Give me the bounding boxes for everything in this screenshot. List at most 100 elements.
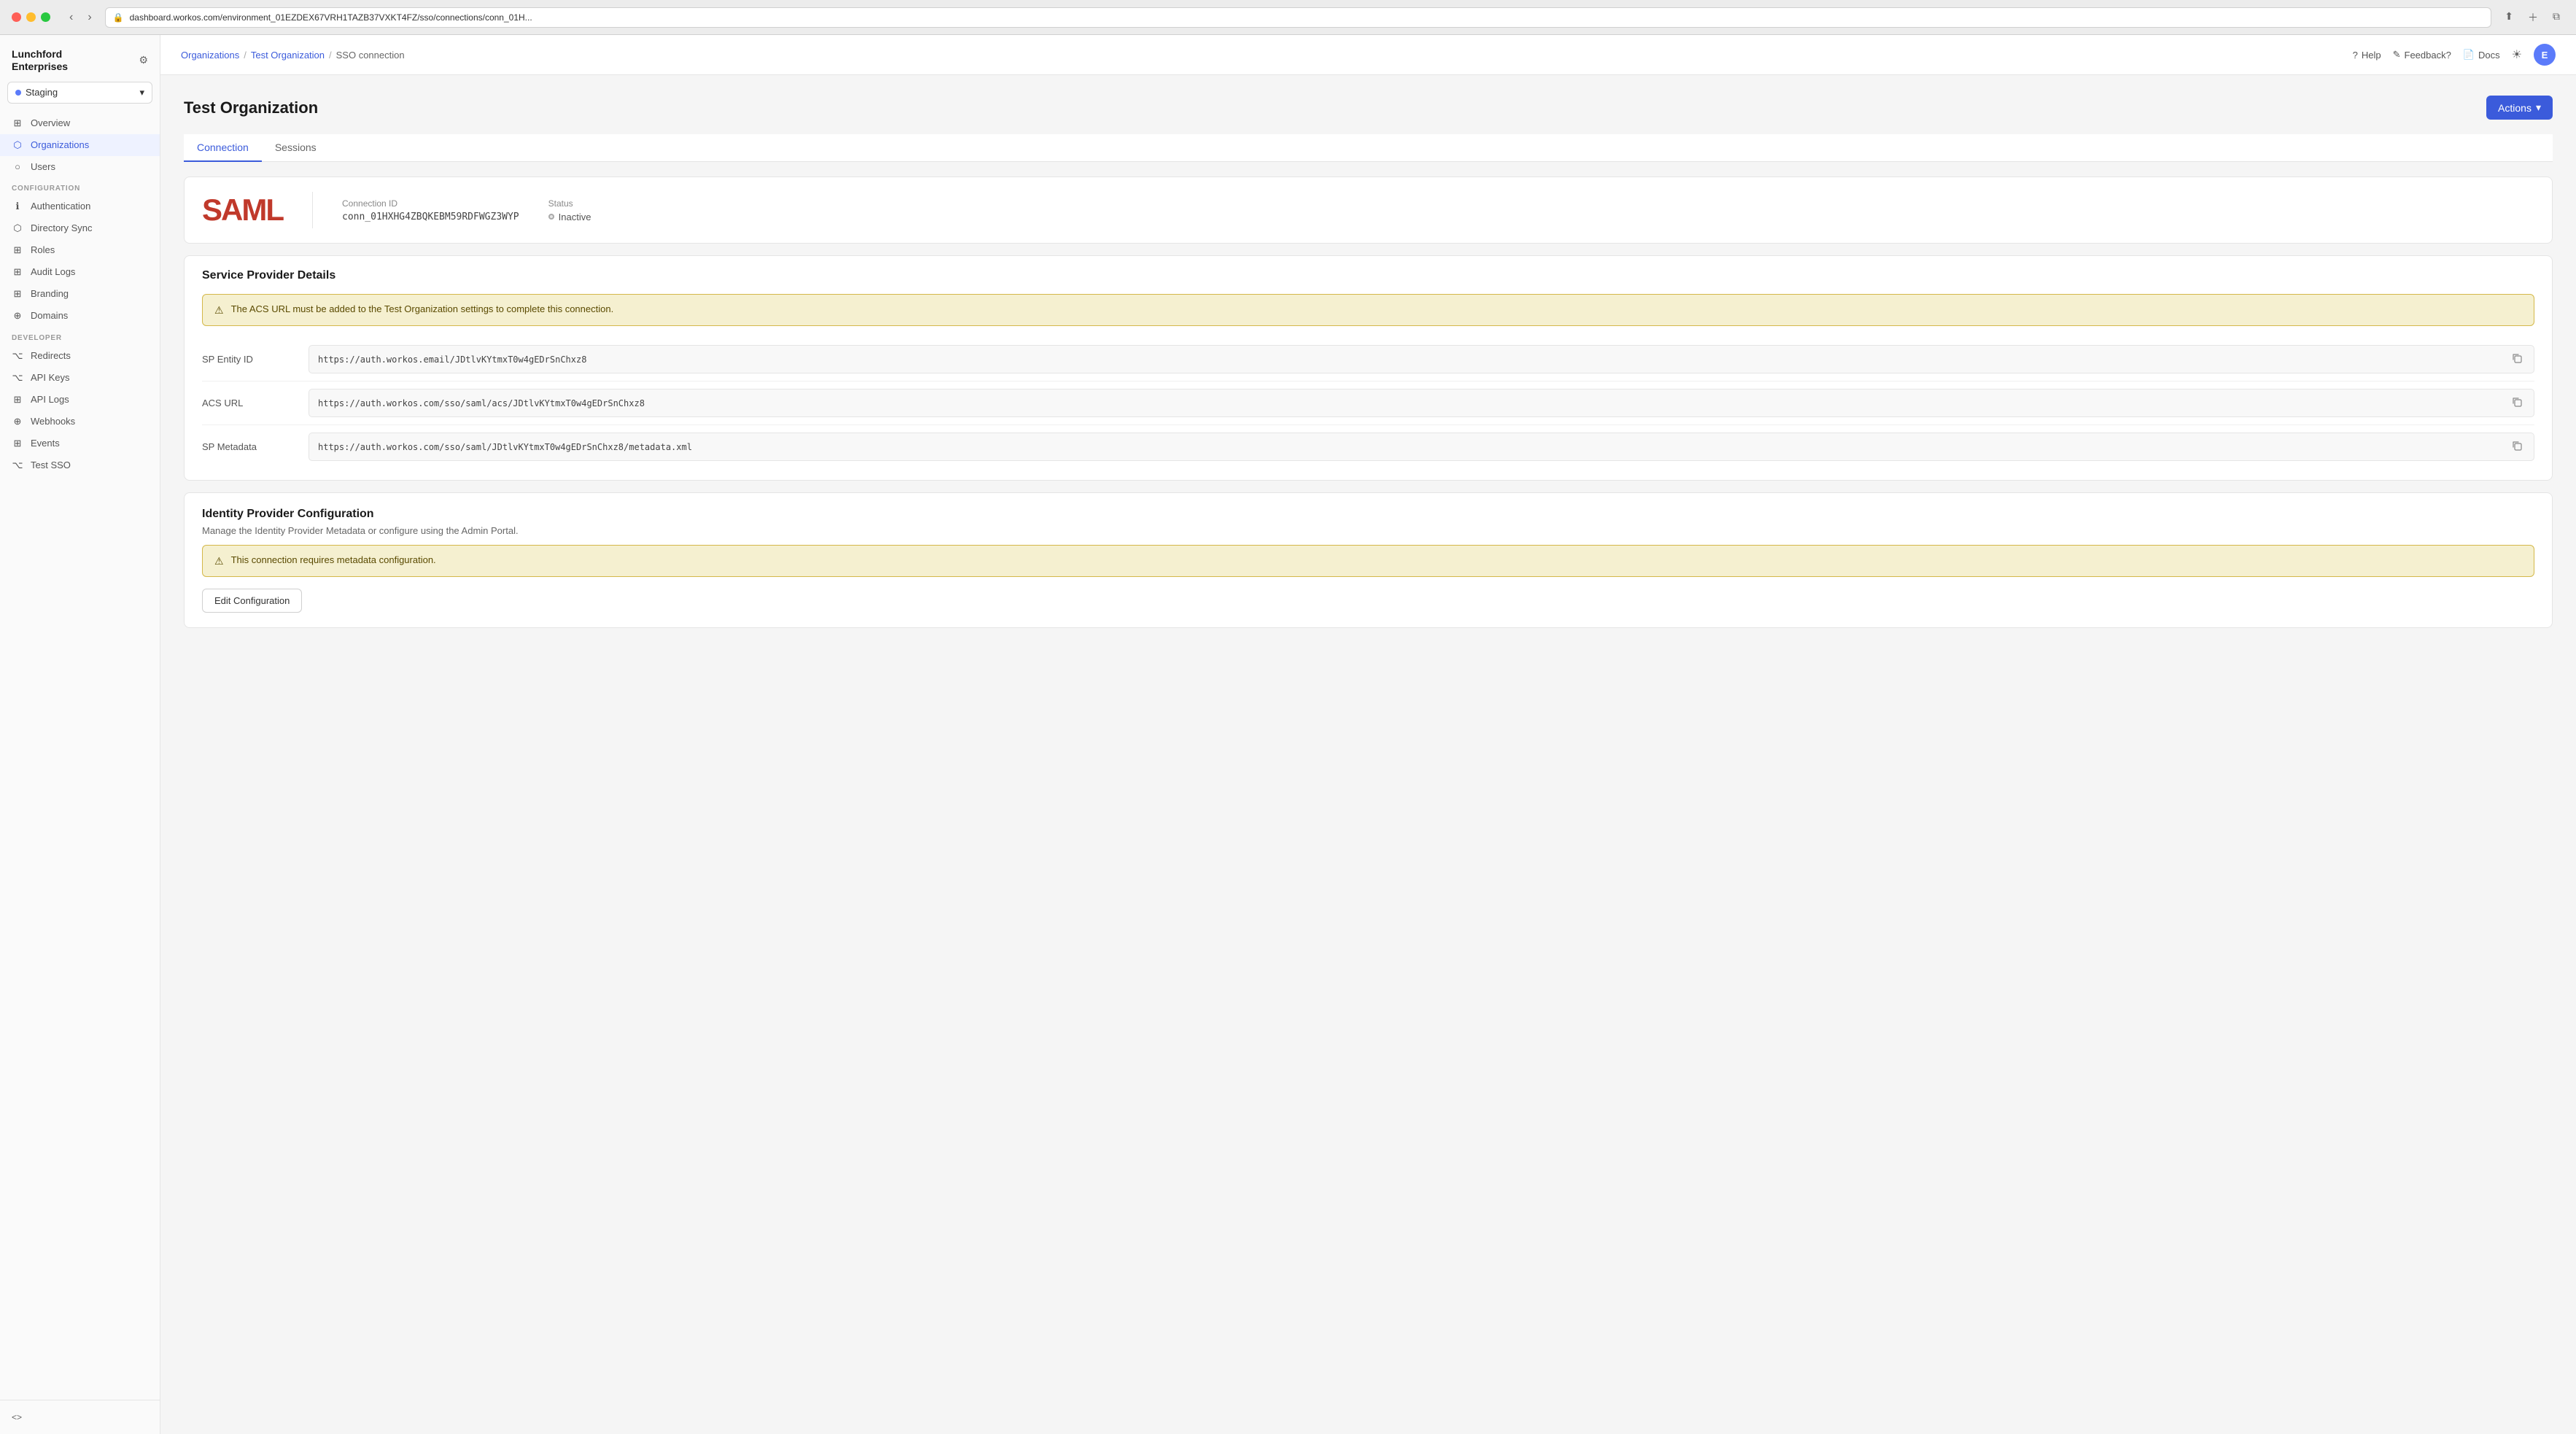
main-area: Organizations / Test Organization / SSO … — [160, 35, 2576, 1434]
status-value: Inactive — [559, 212, 591, 222]
help-icon: ? — [2353, 50, 2358, 61]
docs-label: Docs — [2478, 50, 2500, 61]
code-icon-item[interactable]: <> — [12, 1409, 148, 1425]
sidebar-item-api-keys[interactable]: ⌥ API Keys — [0, 367, 160, 389]
sidebar-nav: ⊞ Overview ⬡ Organizations ○ Users CONFI… — [0, 112, 160, 1400]
sidebar-item-users[interactable]: ○ Users — [0, 156, 160, 177]
theme-icon[interactable]: ☀ — [2512, 47, 2522, 62]
sidebar-item-events[interactable]: ⊞ Events — [0, 433, 160, 454]
address-bar[interactable]: 🔒 dashboard.workos.com/environment_01EZD… — [105, 7, 2492, 28]
help-link[interactable]: ? Help — [2353, 50, 2381, 61]
new-tab-icon[interactable]: ＋ — [2523, 9, 2542, 26]
sidebar-item-redirects[interactable]: ⌥ Redirects — [0, 345, 160, 367]
sp-warning-banner: ⚠ The ACS URL must be added to the Test … — [202, 294, 2534, 326]
settings-icon[interactable]: ⚙ — [139, 54, 148, 66]
sidebar-item-label: Authentication — [31, 201, 90, 212]
browser-nav: ‹ › — [65, 9, 96, 26]
window-icon[interactable]: ⧉ — [2548, 9, 2564, 26]
status-dot — [548, 214, 554, 220]
section-header: Service Provider Details — [185, 256, 2552, 294]
topbar: Organizations / Test Organization / SSO … — [160, 35, 2576, 75]
feedback-icon: ✎ — [2393, 49, 2401, 61]
domains-icon: ⊕ — [12, 310, 23, 322]
audit-logs-icon: ⊞ — [12, 266, 23, 278]
edit-configuration-button[interactable]: Edit Configuration — [202, 589, 302, 613]
env-dot — [15, 90, 21, 96]
docs-link[interactable]: 📄 Docs — [2463, 49, 2500, 61]
feedback-link[interactable]: ✎ Feedback? — [2393, 49, 2451, 61]
tab-sessions-label: Sessions — [275, 142, 317, 153]
saml-connection-card: SAML Connection ID conn_01HXHG4ZBQKEBM59… — [184, 177, 2553, 244]
users-icon: ○ — [12, 161, 23, 172]
sidebar-item-label: Roles — [31, 244, 55, 255]
sidebar-item-authentication[interactable]: ℹ Authentication — [0, 195, 160, 217]
copy-acs-url-button[interactable] — [2509, 395, 2525, 411]
sidebar-item-directory-sync[interactable]: ⬡ Directory Sync — [0, 217, 160, 239]
sidebar-item-overview[interactable]: ⊞ Overview — [0, 112, 160, 134]
maximize-button[interactable] — [41, 12, 50, 22]
actions-button[interactable]: Actions ▾ — [2486, 96, 2553, 120]
copy-sp-entity-id-button[interactable] — [2509, 352, 2525, 367]
sidebar-item-label: Test SSO — [31, 460, 71, 470]
acs-url-row: ACS URL https://auth.workos.com/sso/saml… — [202, 381, 2534, 425]
sidebar-item-domains[interactable]: ⊕ Domains — [0, 305, 160, 327]
sidebar-item-label: Redirects — [31, 350, 71, 361]
idp-subtitle: Manage the Identity Provider Metadata or… — [202, 525, 2534, 536]
page-title: Test Organization — [184, 98, 318, 117]
saml-divider — [312, 192, 313, 228]
idp-warning-banner: ⚠ This connection requires metadata conf… — [202, 545, 2534, 577]
test-sso-icon: ⌥ — [12, 460, 23, 471]
sidebar-item-branding[interactable]: ⊞ Branding — [0, 283, 160, 305]
section-configuration-label: CONFIGURATION — [0, 177, 160, 195]
tab-sessions[interactable]: Sessions — [262, 134, 330, 162]
copy-sp-metadata-button[interactable] — [2509, 439, 2525, 454]
idp-header: Identity Provider Configuration Manage t… — [185, 493, 2552, 545]
breadcrumb-current: SSO connection — [336, 50, 405, 61]
tab-connection[interactable]: Connection — [184, 134, 262, 162]
chevron-down-icon: ▾ — [139, 87, 144, 98]
status-label: Status — [548, 198, 591, 209]
sidebar-item-label: Organizations — [31, 139, 89, 150]
sidebar-item-api-logs[interactable]: ⊞ API Logs — [0, 389, 160, 411]
close-button[interactable] — [12, 12, 21, 22]
topbar-actions: ? Help ✎ Feedback? 📄 Docs ☀ E — [2353, 44, 2556, 66]
forward-button[interactable]: › — [83, 9, 96, 26]
sidebar-item-label: Domains — [31, 310, 68, 321]
env-label: Staging — [26, 87, 58, 98]
connection-id-label: Connection ID — [342, 198, 519, 209]
code-icon: <> — [12, 1412, 22, 1422]
sidebar-item-label: Webhooks — [31, 416, 75, 427]
breadcrumb-sep-2: / — [329, 50, 332, 61]
acs-url-label: ACS URL — [202, 398, 297, 408]
page-header: Test Organization Actions ▾ — [184, 96, 2553, 120]
sidebar-item-webhooks[interactable]: ⊕ Webhooks — [0, 411, 160, 433]
browser-actions: ⬆ ＋ ⧉ — [2500, 9, 2564, 26]
sp-entity-id-value: https://auth.workos.email/JDtlvKYtmxT0w4… — [318, 354, 586, 365]
breadcrumb-organizations[interactable]: Organizations — [181, 50, 239, 61]
sp-entity-id-row: SP Entity ID https://auth.workos.email/J… — [202, 338, 2534, 381]
sp-entity-id-box: https://auth.workos.email/JDtlvKYtmxT0w4… — [309, 345, 2534, 373]
warning-icon: ⚠ — [214, 304, 224, 317]
sidebar-bottom: <> — [0, 1400, 160, 1434]
breadcrumb-test-organization[interactable]: Test Organization — [251, 50, 325, 61]
chevron-down-icon: ▾ — [2536, 101, 2541, 114]
logo-text: Lunchford Enterprises — [12, 48, 68, 73]
events-icon: ⊞ — [12, 438, 23, 449]
overview-icon: ⊞ — [12, 117, 23, 129]
authentication-icon: ℹ — [12, 201, 23, 212]
env-selector[interactable]: Staging ▾ — [7, 82, 152, 104]
share-icon[interactable]: ⬆ — [2500, 9, 2518, 26]
sidebar-item-test-sso[interactable]: ⌥ Test SSO — [0, 454, 160, 476]
back-button[interactable]: ‹ — [65, 9, 77, 26]
sidebar-item-organizations[interactable]: ⬡ Organizations — [0, 134, 160, 156]
webhooks-icon: ⊕ — [12, 416, 23, 427]
sidebar-item-label: Directory Sync — [31, 222, 93, 233]
organizations-icon: ⬡ — [12, 139, 23, 151]
saml-logo: SAML — [202, 193, 283, 228]
avatar[interactable]: E — [2534, 44, 2556, 66]
url-text: dashboard.workos.com/environment_01EZDEX… — [130, 12, 532, 23]
acs-url-value: https://auth.workos.com/sso/saml/acs/JDt… — [318, 398, 645, 408]
sidebar-item-audit-logs[interactable]: ⊞ Audit Logs — [0, 261, 160, 283]
minimize-button[interactable] — [26, 12, 36, 22]
sidebar-item-roles[interactable]: ⊞ Roles — [0, 239, 160, 261]
